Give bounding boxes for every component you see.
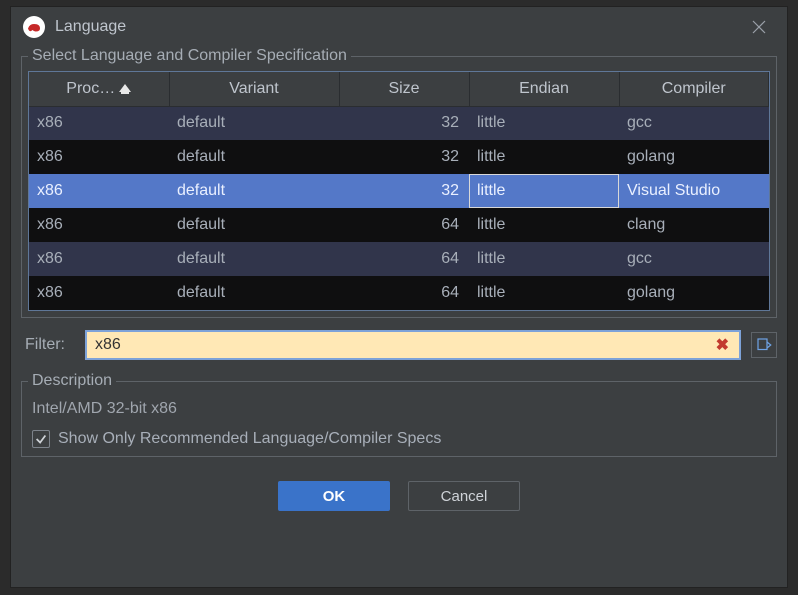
cell-compiler: golang (619, 276, 769, 310)
cell-endian: little (469, 140, 619, 174)
filter-row: Filter: ✖ (21, 328, 777, 362)
cell-compiler: gcc (619, 106, 769, 140)
cancel-button[interactable]: Cancel (408, 481, 520, 511)
cell-size: 64 (339, 242, 469, 276)
language-dialog: Language Select Language and Compiler Sp… (10, 6, 788, 588)
language-spec-group: Select Language and Compiler Specificati… (21, 47, 777, 318)
button-bar: OK Cancel (21, 467, 777, 515)
filter-label: Filter: (25, 336, 75, 354)
cell-endian: little (469, 106, 619, 140)
cell-variant: default (169, 174, 339, 208)
ok-button[interactable]: OK (278, 481, 390, 511)
cell-processor: x86 (29, 174, 169, 208)
close-button[interactable] (743, 11, 775, 43)
cell-compiler: clang (619, 208, 769, 242)
cell-size: 64 (339, 208, 469, 242)
column-header-compiler[interactable]: Compiler (619, 72, 769, 106)
description-legend: Description (28, 372, 116, 390)
filter-input-wrap: ✖ (85, 330, 741, 360)
cell-processor: x86 (29, 242, 169, 276)
cell-compiler: gcc (619, 242, 769, 276)
column-header-variant[interactable]: Variant (169, 72, 339, 106)
cell-endian: little (469, 242, 619, 276)
recommended-label: Show Only Recommended Language/Compiler … (58, 430, 441, 448)
table-row[interactable]: x86default32littlegcc (29, 106, 769, 140)
cell-compiler: golang (619, 140, 769, 174)
app-icon (23, 16, 45, 38)
cell-size: 32 (339, 106, 469, 140)
cell-processor: x86 (29, 140, 169, 174)
cell-size: 32 (339, 174, 469, 208)
cell-variant: default (169, 106, 339, 140)
recommended-checkbox[interactable]: Show Only Recommended Language/Compiler … (28, 424, 770, 450)
table-row[interactable]: x86default32littleVisual Studio (29, 174, 769, 208)
cell-variant: default (169, 276, 339, 310)
column-header-endian-label: Endian (519, 80, 569, 97)
column-header-compiler-label: Compiler (662, 80, 726, 97)
cell-compiler: Visual Studio (619, 174, 769, 208)
cell-processor: x86 (29, 106, 169, 140)
titlebar: Language (11, 7, 787, 47)
filter-options-button[interactable] (751, 332, 777, 358)
cell-endian: little (469, 208, 619, 242)
spec-table[interactable]: Proc… Variant Size Endian Compiler x86de… (28, 71, 770, 311)
cell-size: 32 (339, 140, 469, 174)
cell-endian: little (469, 174, 619, 208)
window-title: Language (55, 18, 126, 36)
cell-variant: default (169, 140, 339, 174)
language-spec-legend: Select Language and Compiler Specificati… (28, 47, 351, 65)
filter-input[interactable] (95, 336, 712, 354)
table-row[interactable]: x86default64littleclang (29, 208, 769, 242)
column-header-size-label: Size (388, 80, 419, 97)
column-header-processor-label: Proc… (66, 80, 115, 98)
column-header-endian[interactable]: Endian (469, 72, 619, 106)
checkbox-icon (32, 430, 50, 448)
cell-variant: default (169, 242, 339, 276)
clear-filter-icon[interactable]: ✖ (712, 335, 733, 355)
cell-processor: x86 (29, 276, 169, 310)
column-header-variant-label: Variant (229, 80, 279, 97)
description-text: Intel/AMD 32-bit x86 (28, 396, 770, 424)
table-row[interactable]: x86default64littlegolang (29, 276, 769, 310)
column-header-processor[interactable]: Proc… (29, 72, 169, 106)
description-group: Description Intel/AMD 32-bit x86 Show On… (21, 372, 777, 457)
table-row[interactable]: x86default64littlegcc (29, 242, 769, 276)
column-header-size[interactable]: Size (339, 72, 469, 106)
cell-variant: default (169, 208, 339, 242)
table-row[interactable]: x86default32littlegolang (29, 140, 769, 174)
cell-size: 64 (339, 276, 469, 310)
cell-endian: little (469, 276, 619, 310)
cell-processor: x86 (29, 208, 169, 242)
sort-asc-icon (119, 84, 131, 94)
